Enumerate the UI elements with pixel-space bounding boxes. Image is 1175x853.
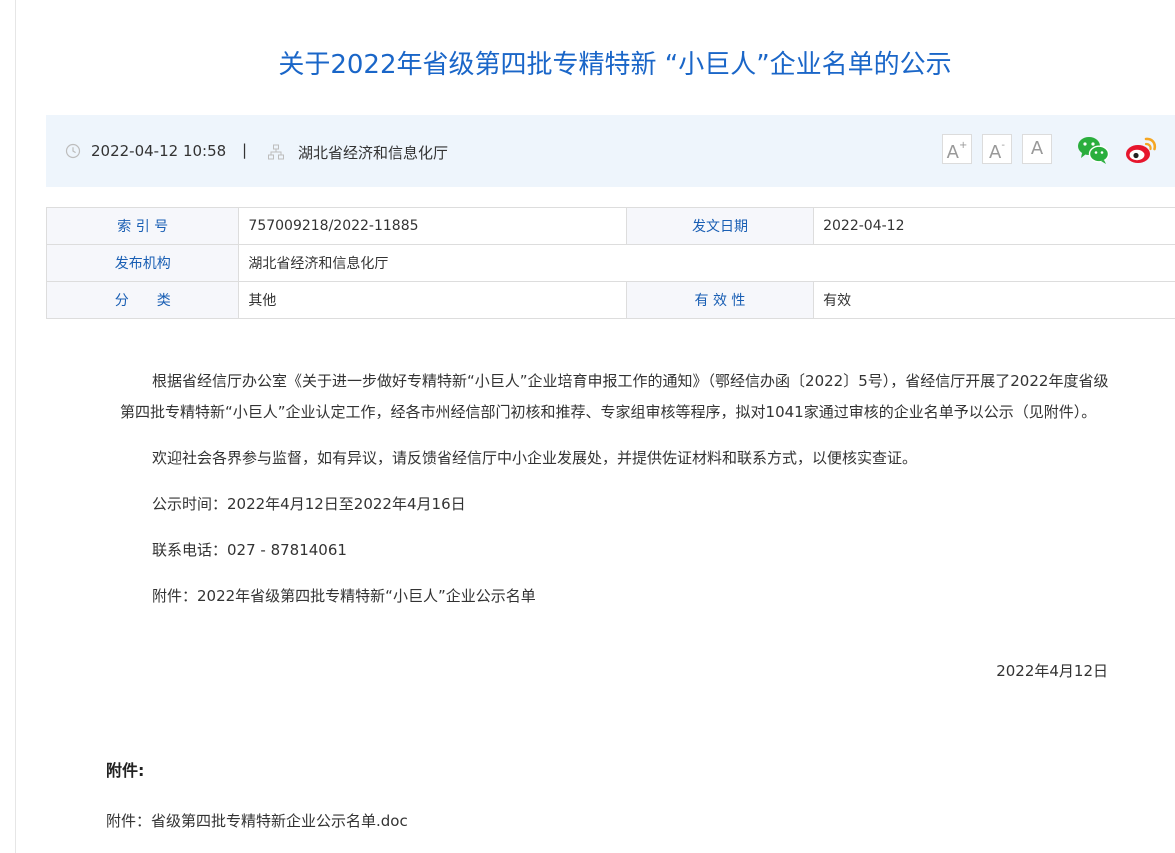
attachment-item: 附件：省级第四批专精特新企业公示名单.doc xyxy=(106,810,408,831)
font-decrease-label: A xyxy=(989,142,1002,163)
font-increase-sup: + xyxy=(958,140,968,151)
paragraph-phone: 联系电话：027 - 87814061 xyxy=(152,541,347,559)
info-row: 发布机构 湖北省经济和信息化厅 xyxy=(45,244,1175,282)
page: 关于2022年省级第四批专精特新 “小巨人”企业名单的公示 2022-04-12… xyxy=(0,0,1175,853)
font-increase-label: A xyxy=(946,142,959,163)
category-label: 分 类 xyxy=(45,281,240,319)
issuer-label: 发布机构 xyxy=(45,244,240,282)
left-divider xyxy=(15,0,16,853)
meta-bar: 2022-04-12 10:58 | 湖北省经济和信息化厅 A+ A- A xyxy=(46,115,1175,187)
attachments-heading: 附件: xyxy=(106,761,145,780)
publish-datetime: 2022-04-12 10:58 xyxy=(91,142,227,160)
issuer-value: 湖北省经济和信息化厅 xyxy=(238,244,1175,282)
weibo-icon[interactable] xyxy=(1124,134,1158,166)
font-increase-button[interactable]: A+ xyxy=(942,134,972,164)
meta-separator: | xyxy=(242,141,248,159)
article-body: 根据省经信厅办公室《关于进一步做好专精特新“小巨人”企业培育申报工作的通知》（鄂… xyxy=(120,366,1110,627)
info-row: 分 类 其他 有 效 性 有效 xyxy=(45,281,1175,319)
validity-label: 有 效 性 xyxy=(625,281,815,319)
wechat-icon[interactable] xyxy=(1076,134,1110,166)
paragraph-supervision: 欢迎社会各界参与监督，如有异议，请反馈省经信厅中小企业发展处，并提供佐证材料和联… xyxy=(152,449,918,467)
org-chart-icon xyxy=(268,144,284,160)
info-row: 索 引 号 757009218/2022-11885 发文日期 2022-04-… xyxy=(45,207,1175,245)
font-decrease-button[interactable]: A- xyxy=(982,134,1012,164)
paragraph-period: 公示时间：2022年4月12日至2022年4月16日 xyxy=(152,495,466,513)
index-label: 索 引 号 xyxy=(45,207,240,245)
font-decrease-sup: - xyxy=(1001,140,1005,151)
publisher-org: 湖北省经济和信息化厅 xyxy=(298,144,449,162)
validity-value: 有效 xyxy=(813,281,1175,319)
date-value: 2022-04-12 xyxy=(813,207,1175,245)
font-reset-button[interactable]: A xyxy=(1022,134,1052,164)
signature-date: 2022年4月12日 xyxy=(996,662,1108,680)
attachment-link[interactable]: 省级第四批专精特新企业公示名单.doc xyxy=(151,812,408,830)
index-value: 757009218/2022-11885 xyxy=(238,207,627,245)
paragraph-intro: 根据省经信厅办公室《关于进一步做好专精特新“小巨人”企业培育申报工作的通知》（鄂… xyxy=(120,372,1109,421)
document-info-table: 索 引 号 757009218/2022-11885 发文日期 2022-04-… xyxy=(45,207,1175,319)
attachment-prefix: 附件： xyxy=(106,812,152,830)
page-title: 关于2022年省级第四批专精特新 “小巨人”企业名单的公示 xyxy=(278,50,952,80)
font-reset-label: A xyxy=(1030,138,1044,159)
paragraph-attachment: 附件：2022年省级第四批专精特新“小巨人”企业公示名单 xyxy=(152,587,536,605)
category-value: 其他 xyxy=(238,281,627,319)
clock-icon xyxy=(65,143,81,159)
date-label: 发文日期 xyxy=(625,207,815,245)
